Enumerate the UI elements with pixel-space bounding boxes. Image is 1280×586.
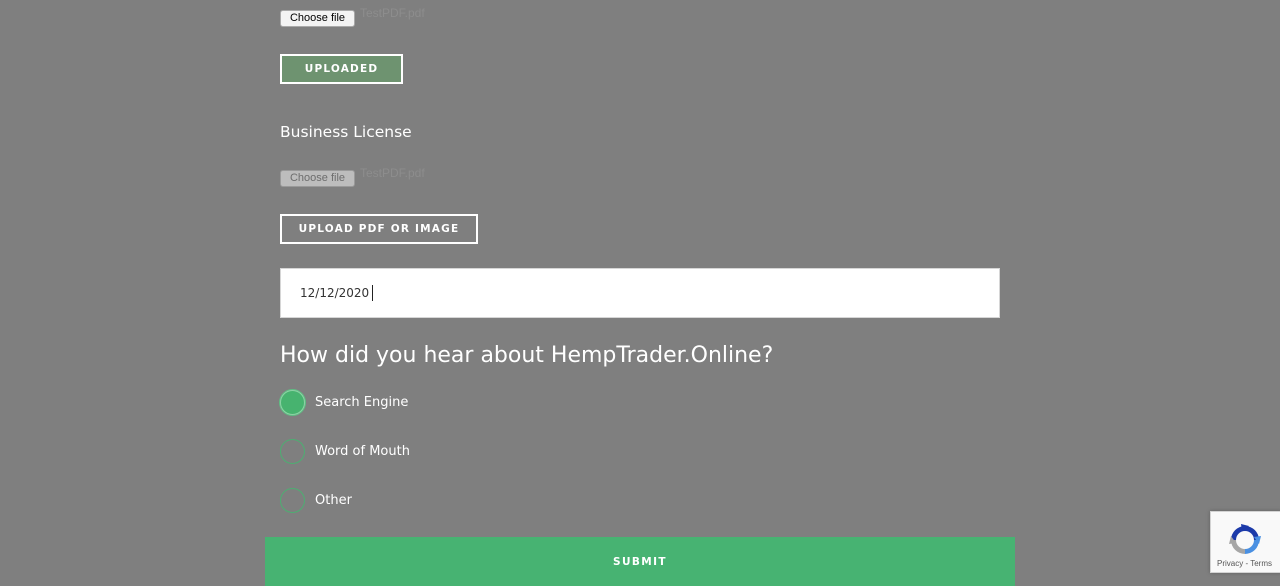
file-chooser-business-license: Choose file TestPDF.pdf [280,166,425,188]
selected-file-name: TestPDF.pdf [360,6,425,20]
upload-pdf-or-image-button[interactable]: UPLOAD PDF OR IMAGE [280,214,478,244]
file-chooser-1: Choose file TestPDF.pdf [280,6,425,28]
terms-link[interactable]: Terms [1250,559,1272,568]
text-caret [372,285,373,301]
radio-option-other[interactable]: Other [280,488,352,513]
radio-label: Search Engine [315,395,409,410]
recaptcha-badge[interactable]: Privacy - Terms [1210,511,1280,573]
recaptcha-logo-icon [1229,524,1261,554]
radio-option-word-of-mouth[interactable]: Word of Mouth [280,439,410,464]
radio-button-checked[interactable] [280,390,305,415]
uploaded-button[interactable]: UPLOADED [280,54,403,84]
radio-label: Other [315,493,352,508]
recaptcha-links: Privacy - Terms [1217,559,1272,568]
referral-question: How did you hear about HempTrader.Online… [280,343,774,368]
choose-file-button-disabled[interactable]: Choose file [280,170,355,187]
radio-button[interactable] [280,439,305,464]
privacy-link[interactable]: Privacy [1217,559,1243,568]
radio-button[interactable] [280,488,305,513]
choose-file-button[interactable]: Choose file [280,10,355,27]
registration-form-page: Choose file TestPDF.pdf UPLOADED Busines… [0,0,1280,586]
expiration-date-input[interactable] [280,268,1000,318]
radio-label: Word of Mouth [315,444,410,459]
selected-file-name: TestPDF.pdf [360,166,425,180]
submit-button[interactable]: SUBMIT [265,537,1015,586]
radio-option-search-engine[interactable]: Search Engine [280,390,408,415]
business-license-label: Business License [280,123,412,141]
